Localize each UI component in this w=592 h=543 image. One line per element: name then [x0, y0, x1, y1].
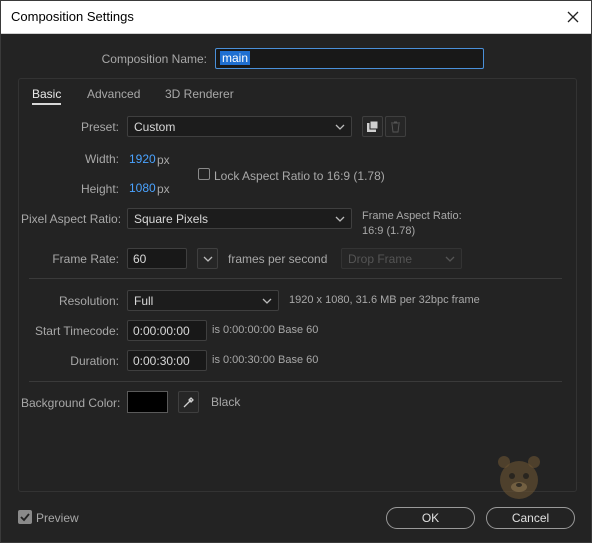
comp-name-value: main	[220, 51, 251, 65]
frame-rate-dropdown-button[interactable]	[197, 248, 218, 269]
pixel-aspect-dropdown[interactable]: Square Pixels	[127, 208, 352, 229]
trash-icon	[391, 121, 400, 132]
start-timecode-is: is 0:00:00:00	[212, 324, 275, 336]
checkmark-icon	[20, 513, 30, 522]
background-color-label: Background Color:	[21, 396, 121, 410]
eyedropper-button[interactable]	[178, 391, 199, 413]
frame-aspect-value: 16:9 (1.78)	[362, 225, 416, 237]
height-value[interactable]: 1080	[129, 181, 156, 195]
tab-3d-renderer[interactable]: 3D Renderer	[165, 87, 234, 101]
width-value[interactable]: 1920	[129, 152, 156, 166]
preset-dropdown[interactable]: Custom	[127, 116, 352, 137]
frame-rate-input[interactable]: 60	[127, 248, 187, 269]
frame-rate-value: 60	[133, 252, 147, 266]
save-preset-icon	[367, 120, 379, 132]
window-title: Composition Settings	[11, 9, 134, 24]
duration-is: is 0:00:30:00	[212, 354, 275, 366]
chevron-down-icon	[445, 256, 455, 262]
preset-value: Custom	[134, 120, 176, 134]
background-color-name: Black	[211, 395, 241, 409]
settings-panel	[18, 78, 577, 492]
duration-base: Base 60	[278, 354, 319, 366]
tab-basic[interactable]: Basic	[32, 87, 62, 105]
width-label: Width:	[84, 152, 119, 166]
lock-aspect-label: Lock Aspect Ratio to 16:9 (1.78)	[214, 169, 385, 183]
preview-label: Preview	[36, 511, 79, 525]
cancel-button[interactable]: Cancel	[486, 507, 575, 529]
eyedropper-icon	[183, 396, 194, 407]
preset-label: Preset:	[80, 120, 119, 134]
frame-rate-label: Frame Rate:	[52, 252, 119, 266]
start-timecode-base: Base 60	[278, 324, 319, 336]
preview-checkbox[interactable]	[18, 510, 32, 524]
start-timecode-value: 0:00:00:00	[133, 324, 190, 338]
bear-watermark-icon	[498, 456, 540, 499]
divider	[29, 278, 562, 279]
close-icon	[567, 11, 579, 23]
save-preset-button[interactable]	[362, 116, 383, 137]
height-label: Height:	[80, 182, 119, 196]
drop-frame-dropdown[interactable]: Drop Frame	[341, 248, 462, 269]
duration-value: 0:00:30:00	[133, 354, 190, 368]
duration-label: Duration:	[70, 354, 119, 368]
start-timecode-input[interactable]: 0:00:00:00	[127, 320, 207, 341]
resolution-value: Full	[134, 294, 154, 308]
comp-name-label: Composition Name:	[101, 52, 207, 66]
resolution-dropdown[interactable]: Full	[127, 290, 279, 311]
frame-aspect-label: Frame Aspect Ratio:	[362, 210, 462, 222]
resolution-label: Resolution:	[58, 294, 119, 308]
ok-button[interactable]: OK	[386, 507, 475, 529]
duration-input[interactable]: 0:00:30:00	[127, 350, 207, 371]
chevron-down-icon	[262, 298, 272, 304]
start-timecode-label: Start Timecode:	[34, 324, 119, 338]
height-unit: px	[157, 182, 170, 196]
close-button[interactable]	[555, 1, 591, 33]
divider	[29, 381, 562, 382]
title-bar: Composition Settings	[1, 1, 591, 34]
composition-settings-dialog: Composition Settings Composition Name: m…	[0, 0, 592, 543]
chevron-down-icon	[335, 216, 345, 222]
comp-name-input[interactable]: main	[215, 48, 484, 69]
drop-frame-value: Drop Frame	[348, 252, 413, 266]
resolution-info: 1920 x 1080, 31.6 MB per 32bpc frame	[289, 294, 480, 306]
frame-rate-unit: frames per second	[228, 252, 328, 266]
lock-aspect-checkbox[interactable]	[198, 168, 210, 180]
chevron-down-icon	[203, 256, 212, 262]
delete-preset-button[interactable]	[385, 116, 406, 137]
pixel-aspect-value: Square Pixels	[134, 212, 209, 226]
tab-advanced[interactable]: Advanced	[87, 87, 140, 101]
chevron-down-icon	[335, 124, 345, 130]
width-unit: px	[157, 153, 170, 167]
pixel-aspect-label: Pixel Aspect Ratio:	[21, 212, 122, 226]
background-color-swatch[interactable]	[127, 391, 168, 413]
